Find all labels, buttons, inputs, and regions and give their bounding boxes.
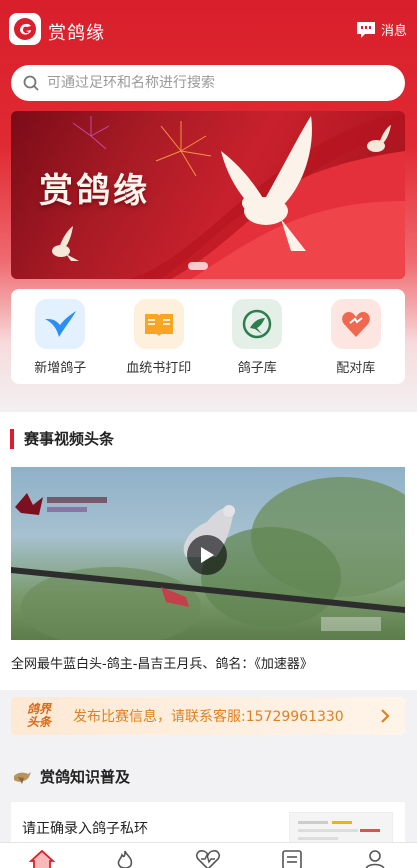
video-caption[interactable]: 全网最牛蓝白头-鸽主-昌吉王月兵、鸽名：《加速器》 <box>11 653 313 672</box>
top-bar: 赏鸽缘 消息 <box>0 0 417 60</box>
section-title: 赛事视频头条 <box>10 428 114 449</box>
quick-action-pairing-library[interactable]: 配对库 <box>311 299 401 376</box>
knowledge-section: 赏鸽知识普及 <box>0 752 417 802</box>
article-title: 请正确录入鸽子私环 <box>22 821 148 837</box>
banner-page-indicator <box>188 262 208 270</box>
notice-tag-line: 头条 <box>26 715 51 729</box>
quick-actions: 新增鸽子 血统书打印 鸽子库 配对库 <box>11 289 405 384</box>
chevron-right-icon <box>381 709 390 723</box>
user-icon <box>365 850 385 868</box>
app-title: 赏鸽缘 <box>48 23 105 44</box>
app-logo <box>9 13 41 45</box>
tab-profile[interactable] <box>355 843 395 868</box>
quick-action-label: 配对库 <box>336 361 376 376</box>
heartbeat-icon <box>196 850 221 868</box>
video-section: 赛事视频头条 全网最牛蓝白头-鸽主-昌吉王月兵、鸽名：《加速器》 <box>0 412 417 690</box>
message-icon <box>356 21 375 38</box>
video-player[interactable] <box>11 467 405 640</box>
home-icon <box>28 849 55 868</box>
message-label: 消息 <box>380 24 407 39</box>
flame-icon <box>117 850 133 868</box>
quick-action-pedigree-print[interactable]: 血统书打印 <box>114 299 204 376</box>
logo-icon <box>14 18 36 40</box>
video-section-title: 赛事视频头条 <box>24 430 115 448</box>
tab-hot[interactable] <box>105 843 145 868</box>
promo-banner[interactable]: 赏鸽缘 <box>11 111 405 279</box>
pigeon-target-icon <box>232 299 283 349</box>
quick-action-label: 鸽子库 <box>237 361 277 376</box>
dove-icon <box>35 299 86 349</box>
heart-icon <box>330 299 381 349</box>
quick-action-label: 血统书打印 <box>126 361 192 376</box>
search-icon <box>23 75 39 91</box>
quick-action-add-pigeon[interactable]: 新增鸽子 <box>15 299 105 376</box>
notice-tag: 鸽界 头条 <box>11 703 67 729</box>
play-button[interactable] <box>187 535 227 575</box>
search-bar[interactable] <box>11 65 405 101</box>
search-input[interactable] <box>47 75 377 91</box>
news-icon <box>282 850 302 868</box>
message-button[interactable]: 消息 <box>356 20 407 39</box>
section-title: 赏鸽知识普及 <box>12 766 130 787</box>
notice-text: 发布比赛信息，请联系客服:15729961330 <box>73 709 344 725</box>
bottom-tab-bar <box>0 842 417 868</box>
knowledge-section-title: 赏鸽知识普及 <box>40 768 131 786</box>
tab-news[interactable] <box>272 843 312 868</box>
tab-health[interactable] <box>188 843 228 868</box>
pigeon-icon <box>14 771 31 784</box>
notice-banner[interactable]: 鸽界 头条 发布比赛信息，请联系客服:15729961330 <box>11 697 405 735</box>
quick-action-pigeon-library[interactable]: 鸽子库 <box>212 299 302 376</box>
tab-home[interactable] <box>22 843 62 868</box>
section-accent-bar <box>10 428 14 449</box>
play-icon <box>201 547 214 563</box>
banner-title: 赏鸽缘 <box>39 171 150 211</box>
quick-action-label: 新增鸽子 <box>34 361 87 376</box>
book-icon <box>133 299 184 349</box>
